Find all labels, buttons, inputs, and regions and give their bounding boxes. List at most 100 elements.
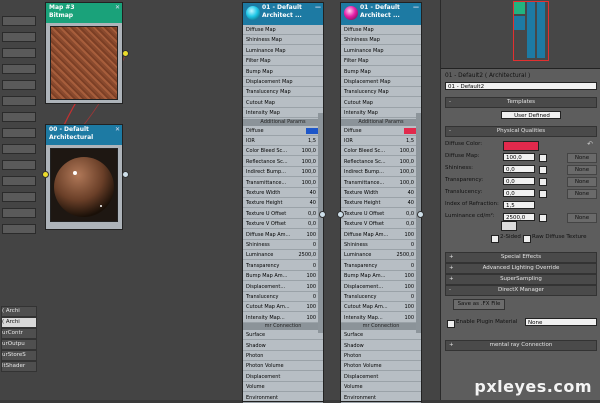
navigator-view[interactable] — [441, 0, 600, 69]
strip-button[interactable] — [2, 16, 36, 26]
mr-slot[interactable]: Surface — [243, 330, 323, 341]
input-port[interactable] — [42, 171, 49, 178]
param-slot[interactable]: Texture Width 40 — [243, 188, 323, 198]
node-close-icon[interactable]: ✕ — [115, 126, 120, 134]
param-slot[interactable]: Displacement... 100 — [341, 282, 421, 292]
physical-row-spinner[interactable]: 1,5 — [503, 201, 535, 209]
output-port[interactable] — [122, 171, 129, 178]
param-slot[interactable]: Transmittance... 100,0 — [243, 178, 323, 188]
param-slot[interactable]: Texture V Offset 0,0 — [341, 219, 421, 230]
map-slot[interactable]: Intensity Map — [341, 108, 421, 119]
mr-connection-header[interactable]: mr Connection — [243, 323, 323, 331]
mr-slot[interactable]: Photon — [341, 351, 421, 361]
raw-diffuse-checkbox[interactable] — [523, 235, 531, 243]
param-slot[interactable]: IOR 1,5 — [243, 136, 323, 146]
map-slot[interactable]: Translucency Map — [243, 87, 323, 98]
param-slot[interactable]: Shininess 0 — [341, 240, 421, 250]
additional-params-header[interactable]: Additional Params — [243, 118, 323, 126]
mr-slot[interactable]: Photon Volume — [243, 361, 323, 372]
material-node-1[interactable]: 01 - Default Architect ... — Diffuse Map… — [242, 2, 326, 403]
strip-button[interactable] — [2, 64, 36, 74]
node-scrollbar[interactable] — [318, 113, 323, 333]
param-slot[interactable]: Color Bleed Sc... 100,0 — [341, 146, 421, 157]
mr-slot[interactable]: Volume — [243, 382, 323, 393]
map-slot[interactable]: Cutout Map — [341, 98, 421, 108]
additional-params-header[interactable]: Additional Params — [341, 118, 421, 126]
mr-slot[interactable]: Displacement — [341, 372, 421, 382]
mr-slot[interactable]: Volume — [341, 382, 421, 393]
map-enable-checkbox[interactable] — [539, 154, 547, 162]
param-slot[interactable]: Luminance 2500,0 — [341, 250, 421, 261]
map-slot[interactable]: Diffuse Map — [341, 25, 421, 35]
map-none-button[interactable]: None — [567, 153, 597, 163]
mr-slot[interactable]: Surface — [341, 330, 421, 341]
param-slot[interactable]: Transparency 0 — [341, 261, 421, 271]
pick-button[interactable] — [501, 221, 517, 231]
strip-list-item[interactable]: ltShader — [1, 361, 37, 372]
map-none-button[interactable]: None — [567, 165, 597, 175]
strip-list-item[interactable]: urContr — [1, 328, 37, 339]
param-slot[interactable]: Texture U Offset 0,0 — [243, 209, 323, 219]
physical-row-spinner[interactable]: 0,0 — [503, 189, 535, 197]
mr-connection-header[interactable]: mr Connection — [341, 323, 421, 331]
param-slot[interactable]: Intensity Map... 100 — [243, 313, 323, 323]
param-slot[interactable]: Indirect Bump... 100,0 — [341, 167, 421, 178]
map-enable-checkbox[interactable] — [539, 214, 547, 222]
rollout-supersampling[interactable]: + SuperSampling — [445, 274, 597, 285]
map-slot[interactable]: Luminance Map — [341, 46, 421, 56]
map-slot[interactable]: Intensity Map — [243, 108, 323, 119]
strip-list-item[interactable]: urOutpu — [1, 339, 37, 350]
node-minimize-icon[interactable]: — — [315, 4, 321, 12]
param-slot[interactable]: Bump Map Am... 100 — [341, 271, 421, 282]
map-slot[interactable]: Shininess Map — [243, 35, 323, 46]
templates-dropdown[interactable]: User Defined — [501, 111, 561, 119]
param-slot[interactable]: Reflectance Sc... 100,0 — [341, 157, 421, 167]
map-slot[interactable]: Bump Map — [243, 67, 323, 77]
strip-button[interactable] — [2, 144, 36, 154]
output-port[interactable] — [417, 211, 424, 218]
param-slot[interactable]: Luminance 2500,0 — [243, 250, 323, 261]
strip-list-item[interactable]: ( Archi — [1, 306, 37, 317]
map-none-button[interactable]: None — [567, 177, 597, 187]
material-node-2[interactable]: 01 - Default Architect ... — Diffuse Map… — [337, 2, 424, 403]
bitmap-output-port[interactable] — [122, 50, 129, 57]
strip-button[interactable] — [2, 96, 36, 106]
output-port[interactable] — [319, 211, 326, 218]
param-slot[interactable]: Displacement... 100 — [243, 282, 323, 292]
param-slot[interactable]: Color Bleed Sc... 100,0 — [243, 146, 323, 157]
param-slot[interactable]: Translucency 0 — [341, 292, 421, 302]
param-slot[interactable]: Translucency 0 — [243, 292, 323, 302]
node-scrollbar[interactable] — [416, 113, 421, 333]
node-minimize-icon[interactable]: — — [413, 4, 419, 12]
map-slot[interactable]: Shininess Map — [341, 35, 421, 46]
rollout-mental-ray[interactable]: + mental ray Connection — [445, 340, 597, 351]
architectural-node[interactable]: 00 - Default Architectural ✕ — [42, 124, 129, 230]
rollout-directx-manager[interactable]: - DirectX Manager — [445, 285, 597, 296]
map-enable-checkbox[interactable] — [539, 166, 547, 174]
strip-button[interactable] — [2, 48, 36, 58]
param-slot[interactable]: Diffuse Map Am... 100 — [341, 230, 421, 240]
map-enable-checkbox[interactable] — [539, 178, 547, 186]
param-slot[interactable]: Diffuse Map Am... 100 — [243, 230, 323, 240]
mr-slot[interactable]: Photon — [243, 351, 323, 361]
strip-button[interactable] — [2, 128, 36, 138]
param-slot[interactable]: Texture Width 40 — [341, 188, 421, 198]
map-enable-checkbox[interactable] — [539, 190, 547, 198]
strip-button[interactable] — [2, 192, 36, 202]
param-slot[interactable]: IOR 1,5 — [341, 136, 421, 146]
param-slot[interactable]: Cutout Map Am... 100 — [341, 302, 421, 313]
physical-row-spinner[interactable]: 0,0 — [503, 165, 535, 173]
physical-row-spinner[interactable]: 2500,0 — [503, 213, 535, 221]
map-none-button[interactable]: None — [567, 189, 597, 199]
rollout-advanced-lighting[interactable]: + Advanced Lighting Override — [445, 263, 597, 274]
strip-list-item[interactable]: urStoreS — [1, 350, 37, 361]
plugin-dropdown[interactable]: None — [525, 318, 597, 326]
node-close-icon[interactable]: ✕ — [115, 4, 120, 12]
param-slot[interactable]: Transmittance... 100,0 — [341, 178, 421, 188]
architectural-node-header[interactable]: 00 - Default Architectural ✕ — [46, 125, 122, 145]
param-slot[interactable]: Bump Map Am... 100 — [243, 271, 323, 282]
mr-slot[interactable]: Shadow — [243, 341, 323, 351]
two-sided-checkbox[interactable] — [491, 235, 499, 243]
mr-slot[interactable]: Environment — [341, 393, 421, 403]
rollout-templates[interactable]: - Templates — [445, 97, 597, 108]
